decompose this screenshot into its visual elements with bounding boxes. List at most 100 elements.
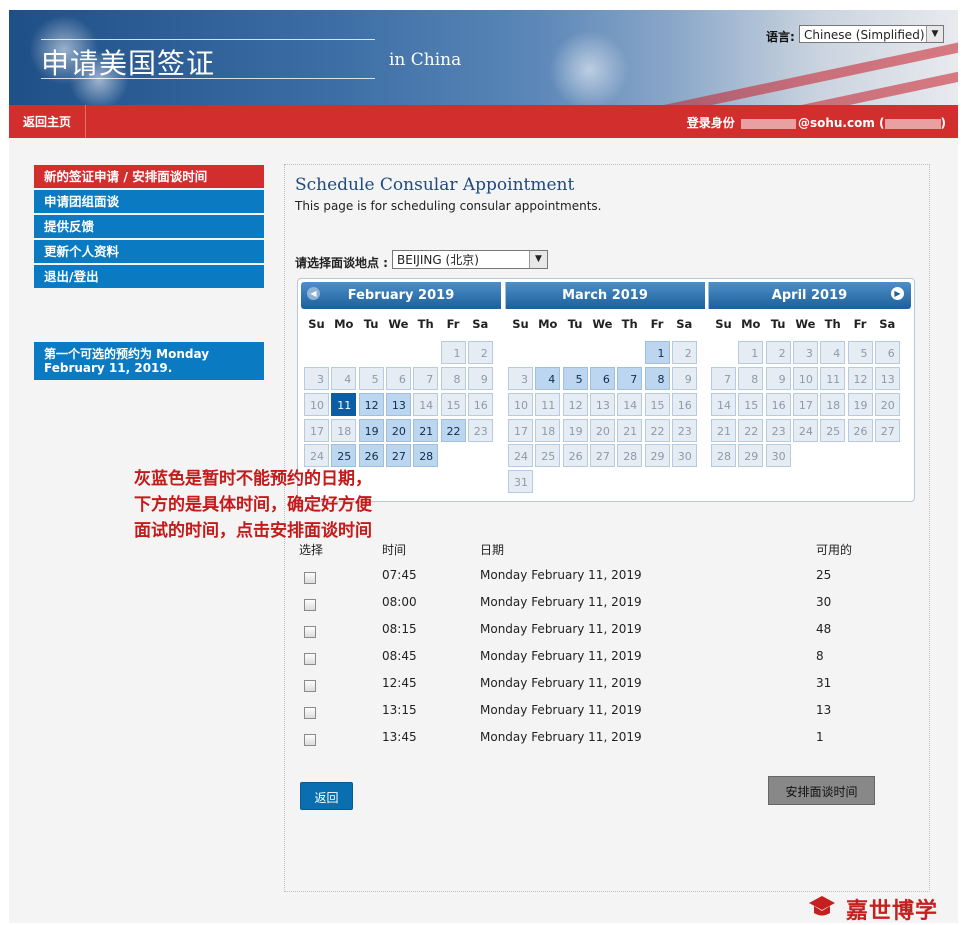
timeslot-checkbox[interactable] xyxy=(304,626,316,638)
login-close: ) xyxy=(940,116,946,130)
calendar-day: 2 xyxy=(467,341,493,364)
calendar-day: 13 xyxy=(874,367,900,390)
calendar-divider xyxy=(708,282,709,309)
calendar-day: 26 xyxy=(562,444,588,467)
weekday-header: Fr xyxy=(446,317,460,331)
calendar-day: 20 xyxy=(874,393,900,416)
calendar-day: 7 xyxy=(413,367,439,390)
home-link[interactable]: 返回主页 xyxy=(9,105,86,138)
weekday-header: Fr xyxy=(650,317,664,331)
timeslot-time: 08:15 xyxy=(382,622,417,636)
weekday-header: We xyxy=(592,317,613,331)
timeslot-time: 12:45 xyxy=(382,676,417,690)
calendar-day[interactable]: 25 xyxy=(331,444,357,467)
column-header-date: 日期 xyxy=(480,543,505,557)
calendar-day[interactable]: 12 xyxy=(358,393,384,416)
calendar-day[interactable]: 6 xyxy=(589,367,615,390)
timeslot-checkbox[interactable] xyxy=(304,572,316,584)
calendar-divider xyxy=(505,282,506,309)
calendar-month-title: February 2019 xyxy=(301,282,501,309)
calendar-day: 22 xyxy=(644,419,670,442)
sidebar-navigation: 新的签证申请 / 安排面谈时间 申请团组面谈 提供反馈 更新个人资料 退出/登出 xyxy=(34,165,264,290)
calendar-day[interactable]: 13 xyxy=(385,393,411,416)
weekday-header: Mo xyxy=(538,317,558,331)
calendar-day: 25 xyxy=(535,444,561,467)
login-identity: 登录身份 @sohu.com () xyxy=(687,105,946,142)
calendar-day[interactable]: 27 xyxy=(385,444,411,467)
back-button[interactable]: 返回 xyxy=(300,782,353,810)
calendar-day[interactable]: 7 xyxy=(617,367,643,390)
top-navigation-bar: 返回主页 登录身份 @sohu.com () xyxy=(9,105,958,138)
calendar-day: 8 xyxy=(738,367,764,390)
weekday-header: Th xyxy=(621,317,638,331)
timeslot-checkbox[interactable] xyxy=(304,599,316,611)
calendar-day[interactable]: 22 xyxy=(440,419,466,442)
calendar-day: 15 xyxy=(738,393,764,416)
sidebar-item[interactable]: 新的签证申请 / 安排面谈时间 xyxy=(34,165,264,188)
calendar-day: 18 xyxy=(535,419,561,442)
weekday-header: Tu xyxy=(363,317,379,331)
weekday-header: Tu xyxy=(567,317,583,331)
calendar-day: 30 xyxy=(765,444,791,467)
calendar-day[interactable]: 4 xyxy=(535,367,561,390)
sidebar-item[interactable]: 申请团组面谈 xyxy=(34,190,264,213)
timeslot-checkbox[interactable] xyxy=(304,653,316,665)
timeslot-date: Monday February 11, 2019 xyxy=(480,622,642,636)
calendar-day: 23 xyxy=(467,419,493,442)
calendar-day[interactable]: 5 xyxy=(562,367,588,390)
red-annotation: 灰蓝色是暂时不能预约的日期， 下方的是具体时间，确定好方便 面试的时间，点击安排面谈… xyxy=(134,466,372,544)
calendar-month-title: April 2019 xyxy=(708,282,911,309)
sidebar-item[interactable]: 更新个人资料 xyxy=(34,240,264,263)
calendar-day[interactable]: 1 xyxy=(644,341,670,364)
calendar-day: 24 xyxy=(304,444,329,467)
weekday-header: We xyxy=(388,317,409,331)
calendar-day: 18 xyxy=(820,393,846,416)
title-rule xyxy=(41,39,375,40)
calendar-day: 1 xyxy=(738,341,764,364)
timeslot-time: 07:45 xyxy=(382,568,417,582)
column-header-available: 可用的 xyxy=(816,543,853,557)
calendar-day: 9 xyxy=(671,367,697,390)
calendar-day: 4 xyxy=(820,341,846,364)
weekday-header: Th xyxy=(824,317,841,331)
calendar-day: 29 xyxy=(738,444,764,467)
chevron-down-icon[interactable]: ▼ xyxy=(529,251,547,268)
calendar-day[interactable]: 8 xyxy=(644,367,670,390)
post-select-value: BEIJING (北京) xyxy=(397,253,479,267)
chevron-down-icon[interactable]: ▼ xyxy=(926,26,943,42)
title-rule xyxy=(41,78,375,79)
calendar-day[interactable]: 21 xyxy=(413,419,439,442)
calendar-day: 6 xyxy=(385,367,411,390)
calendar-day: 6 xyxy=(874,341,900,364)
calendar-day: 10 xyxy=(792,367,818,390)
weekday-header: We xyxy=(795,317,816,331)
language-select[interactable]: Chinese (Simplified) ▼ xyxy=(799,25,944,43)
timeslot-time: 13:15 xyxy=(382,703,417,717)
calendar-day: 3 xyxy=(508,367,533,390)
calendar-day[interactable]: 19 xyxy=(358,419,384,442)
column-header-time: 时间 xyxy=(382,543,407,557)
calendar-day[interactable]: 28 xyxy=(413,444,439,467)
timeslot-checkbox[interactable] xyxy=(304,734,316,746)
calendar-day[interactable]: 20 xyxy=(385,419,411,442)
sidebar-item[interactable]: 提供反馈 xyxy=(34,215,264,238)
timeslot-checkbox[interactable] xyxy=(304,680,316,692)
calendar-day: 19 xyxy=(562,419,588,442)
calendar-day[interactable]: 11 xyxy=(331,393,357,416)
post-select[interactable]: BEIJING (北京) ▼ xyxy=(392,250,548,269)
calendar-day: 17 xyxy=(508,419,533,442)
calendar-day: 9 xyxy=(765,367,791,390)
schedule-appointment-button[interactable]: 安排面谈时间 xyxy=(768,776,875,805)
calendar-day: 21 xyxy=(617,419,643,442)
calendar-day[interactable]: 26 xyxy=(358,444,384,467)
previous-month-icon[interactable]: ◀ xyxy=(307,287,320,300)
timeslot-checkbox[interactable] xyxy=(304,707,316,719)
next-month-icon[interactable]: ▶ xyxy=(891,287,904,300)
language-select-value: Chinese (Simplified) xyxy=(804,28,925,42)
timeslot-date: Monday February 11, 2019 xyxy=(480,730,642,744)
appointment-calendar: February 2019 ◀ Su Mo Tu We Th Fr Sa 1 2 3 4 5 6 7 8 9 10 1… xyxy=(297,278,915,502)
weekday-header: Su xyxy=(512,317,529,331)
sidebar-item[interactable]: 退出/登出 xyxy=(34,265,264,288)
timeslot-date: Monday February 11, 2019 xyxy=(480,676,642,690)
annotation-line: 灰蓝色是暂时不能预约的日期， xyxy=(134,469,372,489)
